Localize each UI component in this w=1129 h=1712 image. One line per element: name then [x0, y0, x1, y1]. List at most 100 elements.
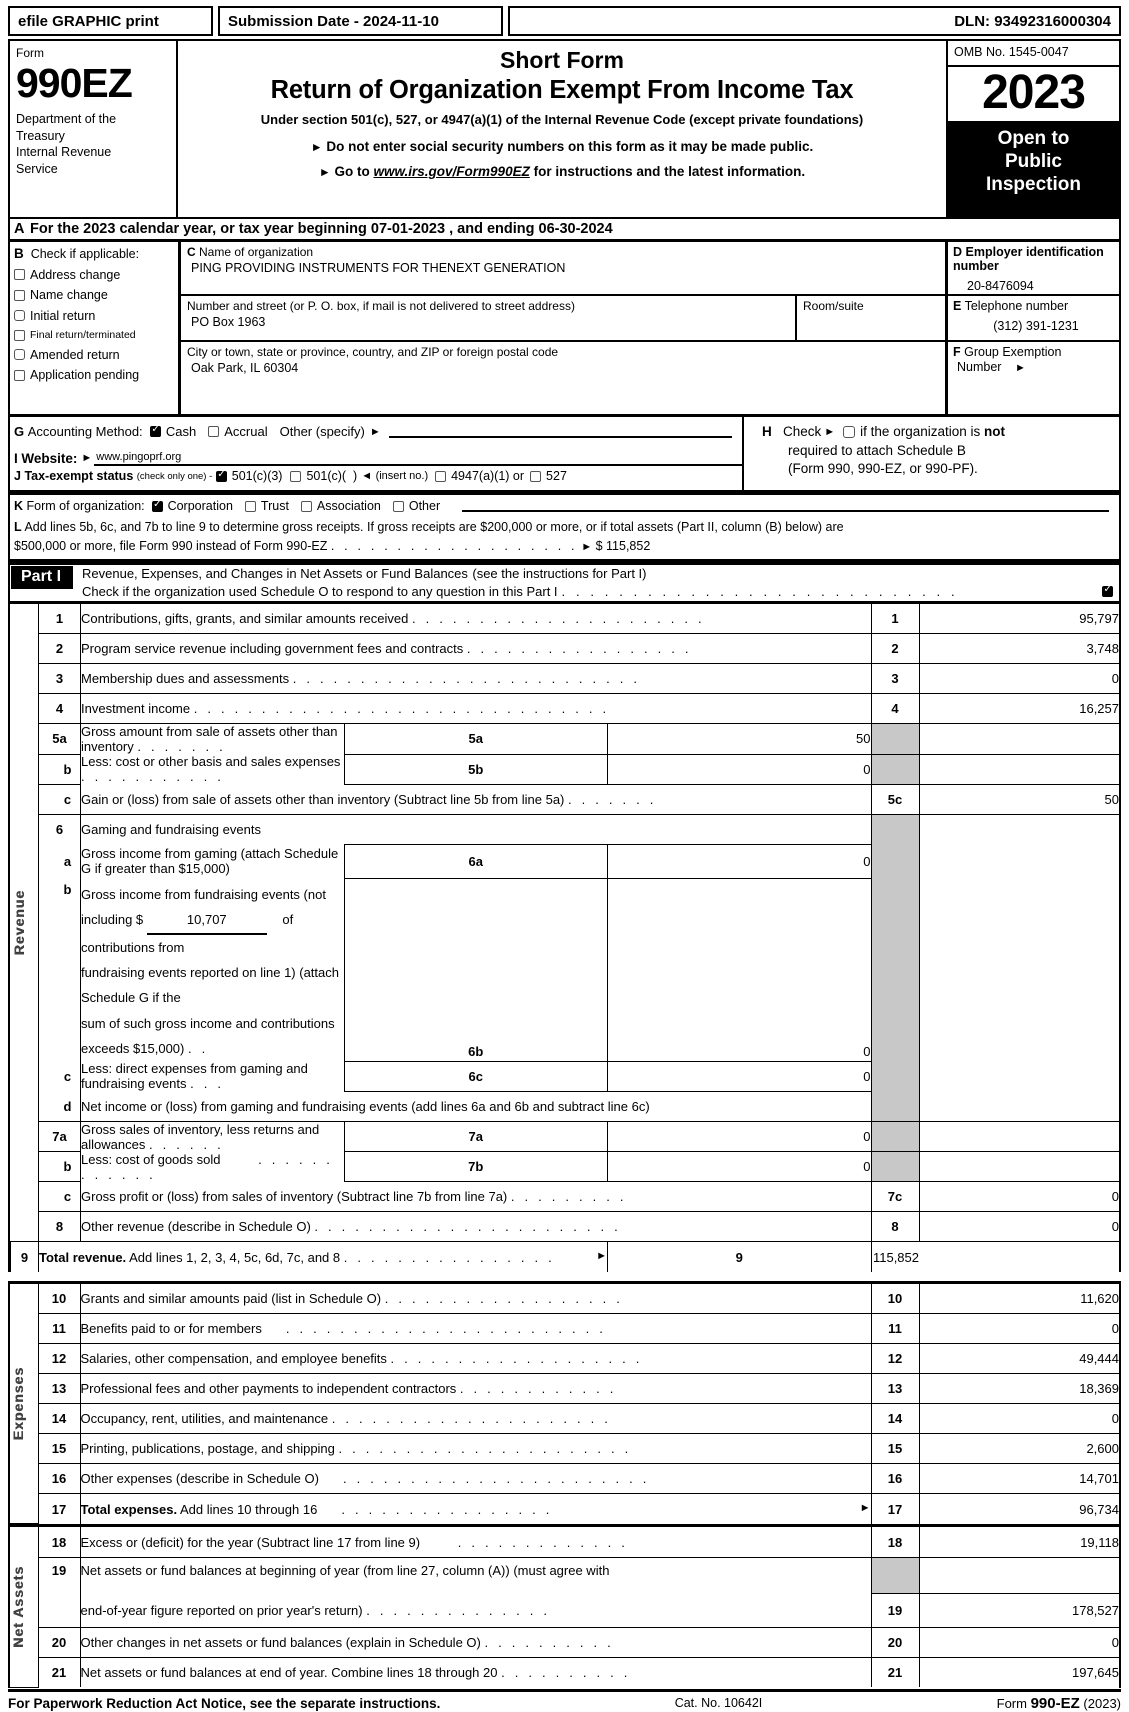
other-label: Other [408, 499, 441, 513]
checkbox-icon[interactable] [14, 349, 25, 360]
line-number: c [38, 1061, 81, 1092]
form-990ez-page: efile GRAPHIC print Submission Date - 20… [0, 0, 1129, 1712]
checkbox-icon[interactable] [14, 310, 25, 321]
line-number: d [38, 1091, 81, 1122]
line-tag-shaded [870, 813, 920, 1122]
dept-line-1: Department of the [16, 112, 117, 127]
net-assets-section: Net Assets 18 Excess or (deficit) for th… [8, 1524, 1121, 1688]
table-row: 3 Membership dues and assessments . . . … [11, 663, 1119, 694]
sub-line-value: 0 [607, 843, 872, 879]
checkbox-icon[interactable] [14, 369, 25, 381]
radio-501c3[interactable]: 501(c)(3) [215, 469, 282, 483]
form-title-short: Short Form [500, 47, 624, 73]
line-description: Professional fees and other payments to … [79, 1373, 871, 1405]
checkbox-icon[interactable] [14, 269, 25, 280]
line-amount: 0 [918, 663, 1119, 694]
radio-other[interactable]: Other [392, 499, 441, 513]
checkbox-icon[interactable] [215, 469, 227, 482]
irs-form990ez-link[interactable]: www.irs.gov/Form990EZ [374, 164, 530, 179]
checkbox-icon[interactable] [290, 470, 302, 482]
line-tag-shaded [870, 1556, 920, 1594]
checkbox-address-change[interactable]: Address change [14, 268, 172, 282]
table-row: b Less: cost of goods sold . . . . . . .… [11, 1151, 1119, 1183]
radio-4947a1[interactable]: 4947(a)(1) or [435, 469, 524, 483]
line-number: c [38, 1181, 81, 1213]
table-row: c Gain or (loss) from sale of assets oth… [11, 783, 1119, 815]
radio-accrual[interactable]: Accrual [208, 424, 268, 439]
line-amount: 16,257 [918, 693, 1119, 724]
open-line-2: Public [1004, 151, 1062, 173]
opt-4947-label: 4947(a)(1) or [451, 469, 525, 483]
checkbox-icon[interactable] [392, 500, 404, 512]
line-amount [918, 1120, 1119, 1153]
line-description: Total expenses. Add lines 10 through 16 … [79, 1493, 871, 1524]
table-row: 14 Occupancy, rent, utilities, and maint… [10, 1403, 1119, 1435]
table-row: 20 Other changes in net assets or fund b… [10, 1626, 1119, 1658]
section-l-letter: L [14, 520, 22, 534]
checkbox-icon[interactable] [843, 426, 856, 439]
line-description: Less: cost or other basis and sales expe… [80, 754, 344, 784]
radio-501c[interactable]: 501(c)( ) [290, 469, 357, 483]
table-row: 16 Other expenses (describe in Schedule … [10, 1463, 1119, 1495]
section-gij-column: G Accounting Method: Cash Accrual Other … [10, 417, 744, 490]
checkbox-icon[interactable] [149, 424, 161, 437]
line-number: 11 [37, 1313, 81, 1345]
line-tag: 8 [870, 1211, 920, 1243]
expenses-section: Expenses 10 Grants and similar amounts p… [8, 1280, 1121, 1525]
line-amount: 115,852 [870, 1241, 919, 1272]
checkbox-icon[interactable] [14, 289, 25, 301]
section-i-letter: I [14, 451, 18, 466]
form-label: Form [16, 46, 44, 60]
association-label: Association [316, 499, 381, 513]
insert-no-input[interactable]: ) [346, 469, 357, 483]
paperwork-notice: For Paperwork Reduction Act Notice, see … [8, 1695, 441, 1711]
website-value[interactable]: www.pingoprf.org [94, 451, 742, 466]
leader-dots: . . . . . . . . . . . . . . . . . . . . … [331, 1411, 612, 1427]
form-title-main: Return of Organization Exempt From Incom… [270, 76, 854, 104]
checkbox-icon[interactable] [208, 426, 220, 437]
checkbox-icon[interactable] [244, 500, 256, 512]
fundraising-contributions-input[interactable]: 10,707 [146, 907, 267, 935]
radio-cash[interactable]: Cash [149, 424, 196, 439]
line-amount: 95,797 [918, 603, 1119, 634]
checkbox-icon[interactable] [14, 329, 25, 341]
line-number: 1 [38, 603, 81, 634]
org-suite-cell: Room/suite [797, 296, 945, 340]
radio-527[interactable]: 527 [530, 469, 567, 483]
line-amount: 96,734 [918, 1493, 1119, 1524]
line-number: 9 [10, 1241, 39, 1272]
checkbox-icon[interactable] [300, 500, 312, 512]
org-city-label: City or town, state or province, country… [187, 345, 559, 359]
sub-line-tag: 6a [343, 843, 608, 879]
radio-trust[interactable]: Trust [244, 499, 289, 513]
other-specify-input[interactable] [388, 425, 732, 438]
sub-line-value: 0 [607, 1060, 872, 1092]
checkbox-amended-return[interactable]: Amended return [14, 348, 172, 362]
checkbox-icon[interactable] [151, 499, 163, 512]
line-number: 14 [37, 1403, 81, 1435]
checkbox-final-return-terminated[interactable]: Final return/terminated [14, 329, 172, 341]
checkbox-icon[interactable] [435, 470, 447, 482]
checkbox-icon[interactable] [530, 470, 542, 482]
section-e-letter: E [953, 299, 962, 313]
line-description: Gross amount from sale of assets other t… [80, 723, 344, 754]
masthead-bullet-2: ► Go to www.irs.gov/Form990EZ for instru… [178, 164, 946, 179]
section-j-tax-exempt-status: J Tax-exempt status (check only one) - 5… [14, 469, 742, 484]
checkbox-schedule-o[interactable] [1102, 584, 1113, 597]
leader-dots: . . . . . . . . . [510, 1189, 627, 1205]
line-description: Membership dues and assessments . . . . … [80, 663, 871, 694]
checkbox-initial-return[interactable]: Initial return [14, 309, 172, 323]
form-of-org-other-input[interactable] [462, 500, 1109, 512]
trust-label: Trust [260, 499, 289, 513]
checkbox-name-change[interactable]: Name change [14, 288, 172, 302]
part-i-header: Part I Revenue, Expenses, and Changes in… [8, 561, 1121, 601]
section-d-letter: D [953, 245, 963, 259]
opt-527-label: 527 [546, 469, 567, 483]
radio-corporation[interactable]: Corporation [151, 499, 233, 513]
line-amount: 0 [918, 1211, 1119, 1243]
leader-dots: . . . [190, 1076, 225, 1092]
radio-association[interactable]: Association [300, 499, 381, 513]
leader-dots: . . . . . . . . . . . . . . . . . . . [390, 1351, 643, 1367]
checkbox-application-pending[interactable]: Application pending [14, 368, 172, 382]
leader-dots: . . . . . . . . . . . . . . . . . . . . … [561, 583, 959, 599]
